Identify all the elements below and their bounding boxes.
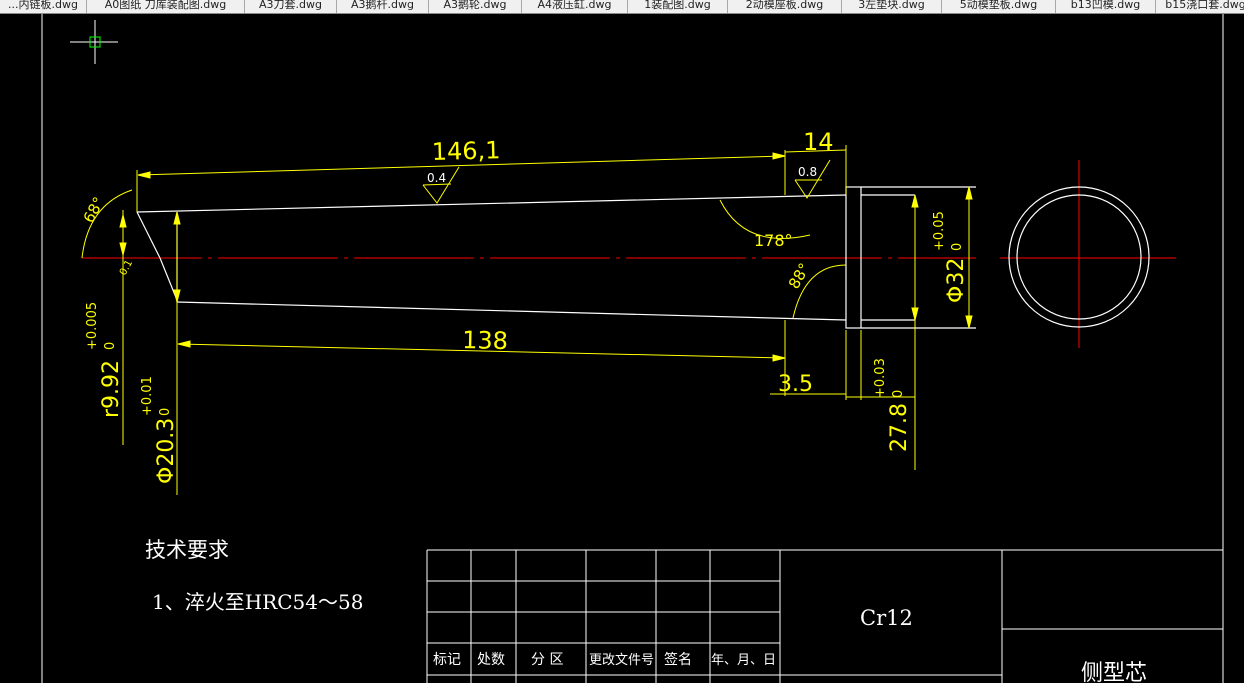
title-header-zone: 分 区 xyxy=(531,652,563,668)
dim-278-group: 27.8 +0.03 0 xyxy=(873,358,912,452)
file-tab-bar: ...内链板.dwg A0图纸 刀库装配图.dwg A3刀套.dwg A3鹅杆.… xyxy=(0,0,1244,14)
title-header-doc: 更改文件号 xyxy=(589,653,654,668)
dim-r992: r9.92 xyxy=(99,360,124,418)
dim-278: 27.8 xyxy=(887,403,912,452)
dim-phi203-tol: +0.01 xyxy=(140,376,155,416)
file-tab[interactable]: A3鹅杆.dwg xyxy=(337,0,429,13)
dim-01: 0.1 xyxy=(118,258,135,277)
dim-178: 178° xyxy=(754,231,793,250)
material-label: Cr12 xyxy=(860,606,913,630)
file-tab[interactable]: 5动模垫板.dwg xyxy=(942,0,1056,13)
title-header-sign: 签名 xyxy=(664,651,692,668)
part-name: 侧型芯 xyxy=(1081,661,1147,683)
drawing-frame xyxy=(41,14,1224,683)
file-tab[interactable]: b13凹模.dwg xyxy=(1056,0,1156,13)
title-header-count: 处数 xyxy=(477,652,505,668)
dim-phi32-sub: 0 xyxy=(950,243,965,251)
drawing-canvas[interactable]: 146,1 14 0.4 0.8 178° 68° 88° 0.1 138 3.… xyxy=(0,14,1244,683)
title-header-date: 年、月、日 xyxy=(711,653,776,668)
dim-35: 3.5 xyxy=(778,372,813,397)
file-tab[interactable]: A0图纸 刀库装配图.dwg xyxy=(87,0,245,13)
dim-phi203-group: Φ20.3 +0.01 0 xyxy=(140,376,179,484)
dim-68: 68° xyxy=(80,194,108,226)
roughness-08: 0.8 xyxy=(798,165,817,179)
dim-278-sub: 0 xyxy=(891,390,906,398)
cursor-crosshair-icon xyxy=(70,20,118,64)
file-tab[interactable]: A3刀套.dwg xyxy=(245,0,337,13)
dim-r992-sub: 0 xyxy=(103,342,118,350)
tech-item-1: 1、淬火至HRC54～58 xyxy=(152,590,363,614)
dim-phi32-tol: +0.05 xyxy=(932,211,947,251)
dim-278-tol: +0.03 xyxy=(873,358,888,398)
file-tab[interactable]: 1装配图.dwg xyxy=(628,0,728,13)
dim-14: 14 xyxy=(803,128,834,156)
dim-phi32-group: Φ32 +0.05 0 xyxy=(932,211,969,303)
file-tab[interactable]: 3左垫块.dwg xyxy=(842,0,942,13)
dim-phi32: Φ32 xyxy=(944,258,969,303)
file-tab[interactable]: 2动模座板.dwg xyxy=(728,0,842,13)
dim-146: 146,1 xyxy=(431,136,500,166)
dim-r992-group: r9.92 +0.005 0 xyxy=(85,302,124,418)
dim-phi203-sub: 0 xyxy=(158,408,173,416)
file-tab[interactable]: A4液压缸.dwg xyxy=(522,0,628,13)
centerline xyxy=(82,160,1176,348)
file-tab[interactable]: ...内链板.dwg xyxy=(0,0,87,13)
dim-r992-tol: +0.005 xyxy=(85,302,100,350)
tech-title: 技术要求 xyxy=(145,538,229,562)
file-tab[interactable]: A3鹅轮.dwg xyxy=(429,0,522,13)
dim-88: 88° xyxy=(785,260,814,292)
file-tab[interactable]: b15浇口套.dwg xyxy=(1156,0,1244,13)
title-header-mark: 标记 xyxy=(433,652,461,668)
dim-phi203: Φ20.3 xyxy=(154,418,179,484)
roughness-04: 0.4 xyxy=(427,171,446,185)
dim-138: 138 xyxy=(462,326,508,355)
